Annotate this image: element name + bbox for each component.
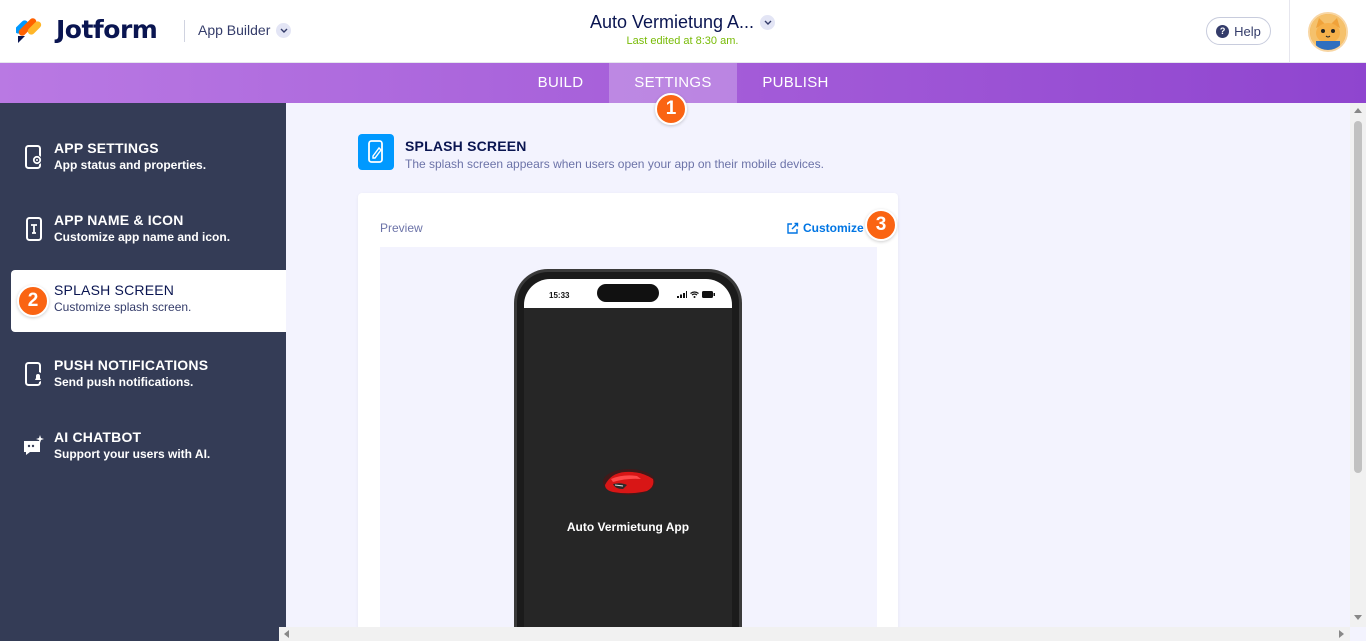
brand-name: Jotform (56, 14, 158, 44)
sidebar-item-subtitle: Send push notifications. (54, 375, 194, 389)
chevron-down-icon (276, 22, 292, 38)
avatar[interactable] (1308, 12, 1348, 52)
sidebar-item-title: APP NAME & ICON (54, 212, 184, 228)
sidebar-item-app-settings[interactable]: APP SETTINGS App status and properties. (11, 128, 286, 190)
app-builder-menu[interactable]: App Builder (198, 22, 292, 38)
header-divider (1289, 0, 1290, 63)
phone-preview-area: 15:33 Auto Vermietung App (380, 247, 877, 641)
help-button[interactable]: ? Help (1206, 17, 1271, 45)
customize-link[interactable]: Customize (786, 221, 864, 235)
scroll-up-arrow-icon[interactable] (1354, 108, 1362, 113)
app-title-block: Auto Vermietung A... Last edited at 8:30… (560, 12, 805, 47)
vertical-scroll-thumb[interactable] (1354, 121, 1362, 473)
last-edited-status: Last edited at 8:30 am. (626, 35, 739, 47)
horizontal-scrollbar[interactable] (279, 627, 1350, 641)
app-title: Auto Vermietung A... (589, 12, 755, 32)
chat-sparkle-icon (24, 435, 44, 455)
phone-screen: 15:33 Auto Vermietung App (524, 279, 732, 637)
sidebar-item-app-name-icon[interactable]: APP NAME & ICON Customize app name and i… (11, 200, 286, 262)
step-badge-3: 3 (865, 209, 897, 241)
phone-mockup: 15:33 Auto Vermietung App (514, 269, 742, 641)
status-icons (677, 291, 715, 298)
cat-avatar-icon (1310, 14, 1346, 50)
step-badge-1: 1 (655, 93, 687, 125)
settings-sidebar: APP SETTINGS App status and properties. … (0, 103, 286, 641)
sidebar-item-title: PUSH NOTIFICATIONS (54, 357, 209, 373)
header-divider (184, 20, 185, 42)
splash-preview-card: Preview Customize 15:33 Auto Vermietung … (358, 193, 898, 641)
scroll-left-arrow-icon[interactable] (284, 630, 289, 638)
jotform-logo-icon (16, 18, 42, 43)
sidebar-item-splash-screen[interactable]: SPLASH SCREEN Customize splash screen. (11, 270, 286, 332)
phone-text-icon (26, 217, 42, 241)
sidebar-item-subtitle: Customize app name and icon. (54, 230, 231, 244)
sidebar-item-title: AI CHATBOT (54, 429, 142, 445)
sidebar-item-subtitle: App status and properties. (54, 158, 207, 172)
sidebar-item-ai-chatbot[interactable]: AI CHATBOT Support your users with AI. (11, 417, 286, 479)
section-description: The splash screen appears when users ope… (405, 157, 824, 171)
splash-screen-section-icon (358, 134, 394, 170)
help-label: Help (1234, 23, 1261, 39)
edit-icon (787, 222, 799, 234)
splash-app-name: Auto Vermietung App (566, 520, 690, 534)
phone-status-bar: 15:33 (524, 279, 732, 308)
sidebar-item-subtitle: Customize splash screen. (54, 300, 192, 314)
sidebar-item-push-notifications[interactable]: PUSH NOTIFICATIONS Send push notificatio… (11, 345, 286, 407)
sidebar-item-subtitle: Support your users with AI. (54, 447, 211, 461)
battery-icon (702, 291, 715, 298)
vertical-scrollbar[interactable] (1350, 103, 1366, 627)
question-icon: ? (1216, 24, 1230, 38)
customize-label: Customize (803, 221, 864, 235)
phone-time: 15:33 (549, 291, 570, 300)
tab-build[interactable]: BUILD (514, 63, 607, 103)
app-title-dropdown[interactable]: Auto Vermietung A... (589, 12, 776, 33)
car-logo-image (603, 469, 655, 495)
sidebar-item-title: SPLASH SCREEN (54, 282, 175, 298)
wifi-icon (690, 291, 699, 298)
preview-label: Preview (380, 221, 423, 235)
scroll-down-arrow-icon[interactable] (1354, 615, 1362, 620)
phone-bell-icon (25, 362, 43, 386)
top-header: Jotform App Builder Auto Vermietung A...… (0, 0, 1366, 63)
section-title: SPLASH SCREEN (405, 138, 527, 154)
main-tab-bar: BUILD SETTINGS PUBLISH (0, 63, 1366, 103)
signal-icon (677, 291, 687, 298)
scroll-right-arrow-icon[interactable] (1339, 630, 1344, 638)
app-builder-label: App Builder (198, 22, 271, 38)
step-badge-2: 2 (17, 285, 49, 317)
sidebar-item-title: APP SETTINGS (54, 140, 159, 156)
jotform-logo[interactable]: Jotform (16, 14, 158, 44)
phone-gear-icon (25, 145, 42, 169)
phone-edit-icon (368, 140, 383, 163)
dynamic-island (597, 284, 659, 302)
chevron-down-icon (760, 15, 776, 30)
tab-publish[interactable]: PUBLISH (739, 63, 852, 103)
